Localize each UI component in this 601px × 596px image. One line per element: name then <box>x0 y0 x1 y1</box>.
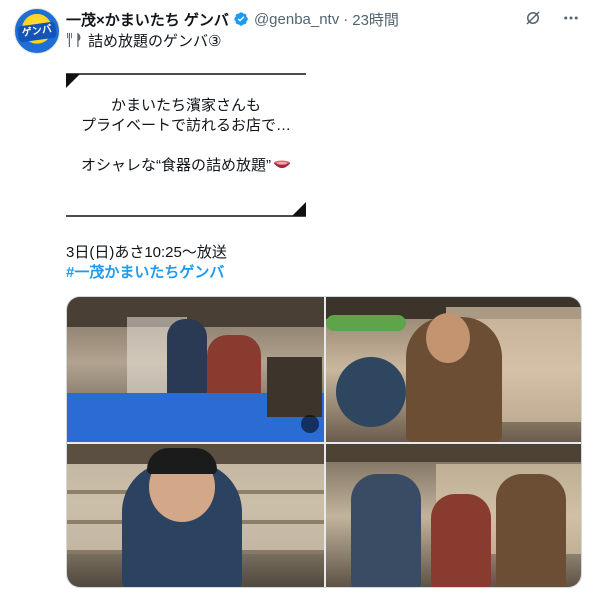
tableware-promo: オシャレな“食器の詰め放題” <box>81 157 271 174</box>
display-name[interactable]: 一茂×かまいたち ゲンバ <box>66 9 229 30</box>
grok-icon[interactable] <box>523 8 543 28</box>
header-actions <box>523 8 581 28</box>
decor-line-bottom <box>66 202 306 217</box>
tweet-header: 一茂×かまいたち ゲンバ @genba_ntv · 23時間 <box>66 8 581 30</box>
more-icon[interactable] <box>561 8 581 28</box>
avatar[interactable]: ゲンバ <box>14 8 60 54</box>
avatar-logo-text: ゲンバ <box>17 21 57 43</box>
decor-line-top <box>66 73 306 88</box>
media-grid <box>66 296 582 588</box>
media-photo-4[interactable] <box>326 444 581 587</box>
text-line-2: かまいたち濱家さんも <box>110 97 261 114</box>
user-handle[interactable]: @genba_ntv <box>254 11 339 28</box>
bowl-emoji <box>273 160 291 169</box>
hashtag-link[interactable]: #一茂かまいたちゲンバ <box>66 263 566 283</box>
post-heading: 詰め放題のゲンバ③ <box>88 33 222 50</box>
center-text: かまいたち濱家さんも プライベートで訪れるお店で… オシャレな“食器の詰め放題” <box>66 96 306 176</box>
text-line-1: 詰め放題のゲンバ③ <box>66 32 566 52</box>
fork-knife-emoji <box>67 32 81 48</box>
separator-dot: · <box>343 10 349 28</box>
media-photo-1[interactable] <box>67 297 324 442</box>
media-photo-2[interactable] <box>326 297 581 442</box>
text-line-4: オシャレな“食器の詰め放題” <box>66 156 306 176</box>
alt-badge-icon[interactable] <box>301 415 319 433</box>
tweet: ゲンバ 一茂×かまいたち ゲンバ @genba_ntv · 23時間 詰め放題の… <box>0 0 601 596</box>
verified-badge-icon <box>234 12 248 26</box>
text-line-5: 3日(日)あさ10:25～放送 <box>66 244 227 261</box>
tweet-text: 詰め放題のゲンバ③ <box>66 32 566 52</box>
text-line-3: プライベートで訪れるお店で… <box>80 117 291 134</box>
post-time[interactable]: 23時間 <box>352 9 399 30</box>
broadcast-info: 3日(日)あさ10:25～放送 #一茂かまいたちゲンバ <box>66 243 566 283</box>
media-photo-3[interactable] <box>67 444 324 587</box>
